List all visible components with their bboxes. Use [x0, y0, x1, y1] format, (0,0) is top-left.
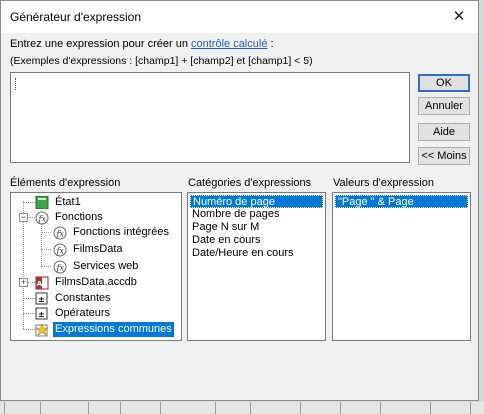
- calculated-control-link[interactable]: contrôle calculé: [191, 38, 267, 50]
- expression-elements-tree[interactable]: État1 − fx Fonctions fx Fonctions intégr…: [10, 192, 182, 341]
- close-icon[interactable]: ✕: [446, 5, 472, 29]
- categories-label: Catégories d'expressions: [188, 177, 312, 189]
- collapse-icon[interactable]: −: [19, 213, 28, 222]
- common-expressions-icon: [35, 323, 49, 337]
- tree-item-label: État1: [55, 196, 81, 208]
- expression-builder-dialog: Générateur d'expression ✕ Entrez une exp…: [0, 0, 479, 401]
- instruction-text: Entrez une expression pour créer un cont…: [10, 38, 274, 50]
- svg-text:fx: fx: [56, 264, 65, 273]
- tree-item-operateurs[interactable]: ± Opérateurs: [35, 306, 175, 321]
- background-strip: [0, 402, 484, 414]
- svg-text:fx: fx: [56, 230, 65, 239]
- tree-item-expressions-communes[interactable]: Expressions communes: [35, 322, 181, 337]
- title-bar: Générateur d'expression ✕: [1, 1, 478, 33]
- instruction-prefix: Entrez une expression pour créer un: [10, 38, 191, 50]
- category-item[interactable]: Numéro de page: [190, 195, 323, 208]
- category-item[interactable]: Page N sur M: [190, 221, 261, 234]
- category-item[interactable]: Nombre de pages: [190, 208, 281, 221]
- tree-item-filmsdata[interactable]: fx FilmsData: [53, 242, 178, 257]
- tree-item-constantes[interactable]: ± Constantes: [35, 291, 175, 306]
- expression-categories-list[interactable]: Numéro de page Nombre de pages Page N su…: [187, 192, 326, 341]
- function-icon: fx: [53, 226, 67, 240]
- category-item[interactable]: Date en cours: [190, 234, 262, 247]
- value-item[interactable]: "Page " & Page: [335, 195, 468, 208]
- svg-text:±: ±: [38, 295, 45, 304]
- function-icon: fx: [53, 243, 67, 257]
- examples-text: (Exemples d'expressions : [champ1] + [ch…: [10, 55, 313, 67]
- function-icon: fx: [35, 211, 49, 225]
- tree-item-label: Fonctions intégrées: [73, 226, 169, 238]
- database-icon: A: [35, 276, 49, 290]
- category-item[interactable]: Date/Heure en cours: [190, 247, 296, 260]
- help-button[interactable]: Aide: [418, 123, 470, 141]
- expand-icon[interactable]: +: [19, 278, 28, 287]
- cancel-button[interactable]: Annuler: [418, 97, 470, 115]
- svg-text:fx: fx: [56, 247, 65, 256]
- less-button[interactable]: << Moins: [418, 147, 470, 165]
- elements-label: Éléments d'expression: [10, 177, 121, 189]
- expression-values-list[interactable]: "Page " & Page: [332, 192, 471, 341]
- ok-button[interactable]: OK: [418, 74, 470, 92]
- tree-item-label: FilmsData: [73, 243, 123, 255]
- tree-item-etat1[interactable]: État1: [35, 195, 175, 210]
- tree-item-services-web[interactable]: fx Services web: [53, 259, 178, 274]
- operators-icon: ±: [35, 307, 49, 320]
- tree-item-label: Fonctions: [55, 211, 103, 223]
- instruction-suffix: :: [267, 38, 274, 50]
- dialog-title: Générateur d'expression: [10, 10, 142, 24]
- tree-item-label: Services web: [73, 260, 139, 272]
- function-icon: fx: [53, 260, 67, 274]
- svg-text:fx: fx: [38, 215, 47, 224]
- tree-item-filmsdata-accdb[interactable]: A FilmsData.accdb: [35, 275, 175, 290]
- expression-input[interactable]: [10, 72, 410, 163]
- tree-item-fonctions[interactable]: fx Fonctions: [35, 210, 175, 225]
- values-label: Valeurs d'expression: [333, 177, 434, 189]
- tree-item-label: Opérateurs: [55, 307, 111, 319]
- text-caret: [15, 78, 17, 90]
- tree-item-label: FilmsData.accdb: [55, 276, 137, 288]
- svg-text:A: A: [37, 280, 43, 288]
- tree-item-label: Constantes: [55, 292, 111, 304]
- tree-item-fonctions-integrees[interactable]: fx Fonctions intégrées: [53, 225, 178, 240]
- report-icon: [35, 195, 49, 210]
- tree-item-label: Expressions communes: [53, 322, 174, 337]
- svg-text:±: ±: [38, 310, 45, 319]
- constants-icon: ±: [35, 292, 49, 305]
